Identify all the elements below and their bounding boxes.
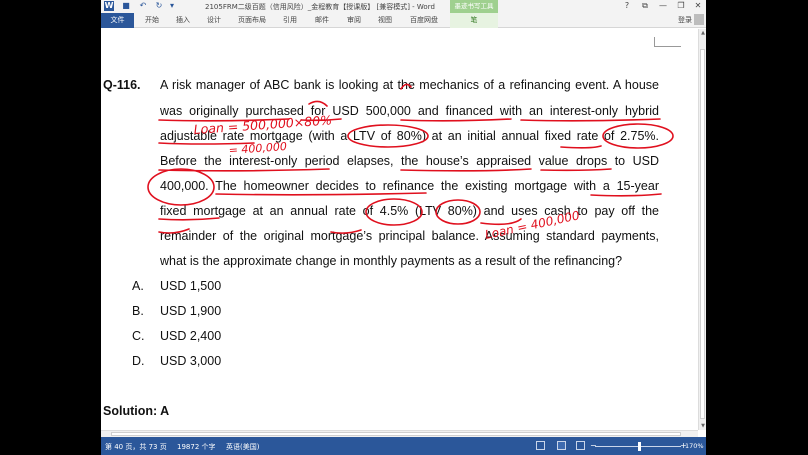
word-window: W ■ ↶ ↻ ▾ 2105FRM二级百题（信用风险）_金程教育【授课版】 [兼…: [101, 0, 706, 455]
tab-mailings[interactable]: 邮件: [315, 15, 329, 25]
zoom-slider-handle[interactable]: [638, 442, 641, 451]
word-logo-icon: W: [104, 1, 114, 11]
ink-underline: [590, 193, 662, 197]
ink-underline: [300, 118, 661, 122]
tab-view[interactable]: 视图: [378, 15, 392, 25]
page-count[interactable]: 第 40 页，共 73 页: [105, 442, 167, 452]
question-line: A risk manager of ABC bank is looking at…: [160, 78, 659, 92]
customize-toolbar-icon[interactable]: ▾: [167, 1, 177, 11]
scroll-thumb[interactable]: [700, 49, 705, 419]
option-c-text: USD 2,400: [160, 329, 222, 343]
solution-text: Solution: A: [103, 404, 170, 418]
question-line: remainder of the original mortgage’s pri…: [160, 229, 659, 243]
print-layout-icon[interactable]: [557, 441, 566, 450]
web-layout-icon[interactable]: [576, 441, 585, 450]
tab-home[interactable]: 开始: [145, 15, 159, 25]
language-indicator[interactable]: 英语(美国): [226, 442, 259, 452]
scroll-up-icon[interactable]: ▲: [699, 29, 706, 37]
tab-pen[interactable]: 笔: [450, 13, 498, 28]
help-button[interactable]: ?: [621, 1, 633, 10]
minimize-button[interactable]: —: [657, 1, 669, 10]
ink-underline: [215, 192, 427, 196]
redo-icon[interactable]: ↻: [154, 1, 164, 11]
save-icon[interactable]: ■: [121, 1, 131, 11]
maximize-button[interactable]: ❐: [675, 1, 687, 10]
ink-underline: [400, 168, 612, 172]
document-page[interactable]: Q-116. A risk manager of ABC bank is loo…: [101, 29, 698, 430]
horizontal-scrollbar[interactable]: [101, 430, 698, 437]
tab-insert[interactable]: 插入: [176, 15, 190, 25]
ribbon-tabs: 文件 开始 插入 设计 页面布局 引用 邮件 审阅 视图 百度网盘 笔 登录: [101, 13, 706, 28]
scroll-down-icon[interactable]: ▼: [699, 422, 706, 430]
question-line: fixed mortgage at an annual rate of 4.5%…: [160, 204, 659, 218]
title-bar: W ■ ↶ ↻ ▾ 2105FRM二级百题（信用风险）_金程教育【授课版】 [兼…: [101, 0, 706, 13]
scroll-thumb[interactable]: [111, 432, 681, 436]
vertical-scrollbar[interactable]: ▲ ▼: [698, 29, 706, 430]
question-number: Q-116.: [103, 78, 141, 92]
ink-tools-context-tab[interactable]: 墨迹书写工具: [450, 0, 498, 13]
ink-underline: [560, 145, 602, 149]
option-b-letter: B.: [132, 304, 144, 318]
ribbon-display-button[interactable]: ⧉: [639, 1, 651, 11]
close-button[interactable]: ✕: [692, 1, 704, 10]
tab-review[interactable]: 审阅: [347, 15, 361, 25]
document-title: 2105FRM二级百题（信用风险）_金程教育【授课版】 [兼容模式] - Wor…: [205, 3, 435, 11]
word-count[interactable]: 19872 个字: [177, 442, 216, 452]
question-line: what is the approximate change in monthl…: [160, 254, 623, 268]
question-line: Before the interest-only period elapses,…: [160, 154, 659, 168]
ink-underline: [158, 217, 220, 221]
option-d-letter: D.: [132, 354, 145, 368]
undo-icon[interactable]: ↶: [138, 1, 148, 11]
status-bar: 第 40 页，共 73 页 19872 个字 英语(美国) − + 170%: [101, 437, 706, 455]
question-line: adjustable rate mortgage (with a LTV of …: [160, 129, 659, 143]
tab-file[interactable]: 文件: [101, 13, 134, 28]
ink-underline: [158, 168, 330, 172]
zoom-level[interactable]: 170%: [685, 442, 704, 450]
sign-in-link[interactable]: 登录: [678, 15, 692, 25]
ink-underline: [158, 142, 255, 145]
tab-baidu-netdisk[interactable]: 百度网盘: [410, 15, 438, 25]
tab-design[interactable]: 设计: [207, 15, 221, 25]
option-c-letter: C.: [132, 329, 145, 343]
tab-references[interactable]: 引用: [283, 15, 297, 25]
avatar[interactable]: [694, 14, 704, 25]
option-a-text: USD 1,500: [160, 279, 222, 293]
option-b-text: USD 1,900: [160, 304, 222, 318]
option-a-letter: A.: [132, 279, 144, 293]
question-line: 400,000. The homeowner decides to refina…: [160, 179, 659, 193]
read-mode-icon[interactable]: [536, 441, 545, 450]
tab-layout[interactable]: 页面布局: [238, 15, 266, 25]
ink-underline: [158, 118, 290, 122]
ink-mark: [480, 218, 522, 226]
question-line: was originally purchased for USD 500,000…: [160, 104, 659, 118]
option-d-text: USD 3,000: [160, 354, 222, 368]
page-margin-mark: [654, 37, 681, 47]
